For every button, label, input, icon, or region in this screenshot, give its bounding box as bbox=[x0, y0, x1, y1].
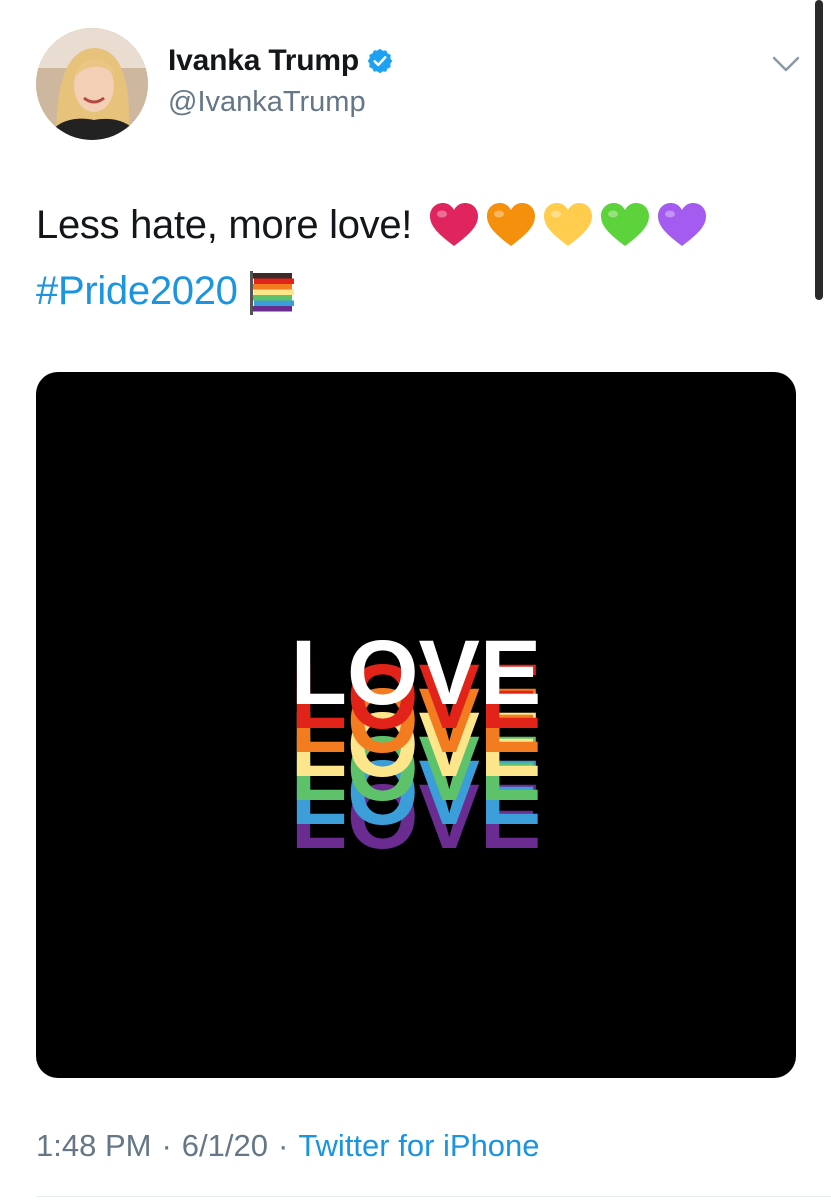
tweet-source-link[interactable]: Twitter for iPhone bbox=[298, 1128, 539, 1164]
meta-separator: · bbox=[161, 1128, 172, 1163]
yellow-heart-icon bbox=[542, 202, 594, 248]
tweet-text-line-2: #Pride2020 bbox=[36, 258, 796, 324]
avatar-image bbox=[36, 28, 148, 140]
tweet-time[interactable]: 1:48 PM bbox=[36, 1128, 151, 1164]
red-heart-icon bbox=[428, 202, 480, 248]
rainbow-flag-icon bbox=[246, 265, 298, 317]
love-main-text: LOVE bbox=[291, 622, 541, 724]
meta-separator: · bbox=[277, 1128, 289, 1163]
orange-heart-icon bbox=[485, 202, 537, 248]
tweet-date[interactable]: 6/1/20 bbox=[182, 1128, 268, 1164]
love-rainbow-graphic: LOVELOVELOVELOVELOVELOVELOVE bbox=[291, 622, 541, 868]
heart-emoji-group bbox=[428, 202, 713, 248]
purple-heart-icon bbox=[656, 202, 708, 248]
scroll-indicator[interactable] bbox=[815, 0, 823, 300]
verified-badge-icon bbox=[366, 47, 394, 75]
avatar[interactable] bbox=[36, 28, 148, 140]
tweet-text-body: Less hate, more love! bbox=[36, 203, 413, 247]
divider bbox=[36, 1196, 831, 1197]
author-display-name[interactable]: Ivanka Trump bbox=[168, 44, 359, 78]
author-handle[interactable]: @IvankaTrump bbox=[168, 86, 366, 119]
hashtag-link[interactable]: #Pride2020 bbox=[36, 258, 238, 324]
chevron-down-icon[interactable] bbox=[770, 52, 802, 76]
tweet-text-line-1: Less hate, more love! bbox=[36, 192, 796, 258]
green-heart-icon bbox=[599, 202, 651, 248]
author-name-row[interactable]: Ivanka Trump bbox=[168, 44, 394, 78]
tweet-meta: 1:48 PM · 6/1/20 · Twitter for iPhone bbox=[36, 1128, 540, 1164]
tweet-media-image[interactable]: LOVE LOVE LOVE LOVE LOVE LOVE LOVE bbox=[36, 372, 796, 1078]
tweet-text: Less hate, more love! #Pride2020 bbox=[36, 192, 796, 324]
